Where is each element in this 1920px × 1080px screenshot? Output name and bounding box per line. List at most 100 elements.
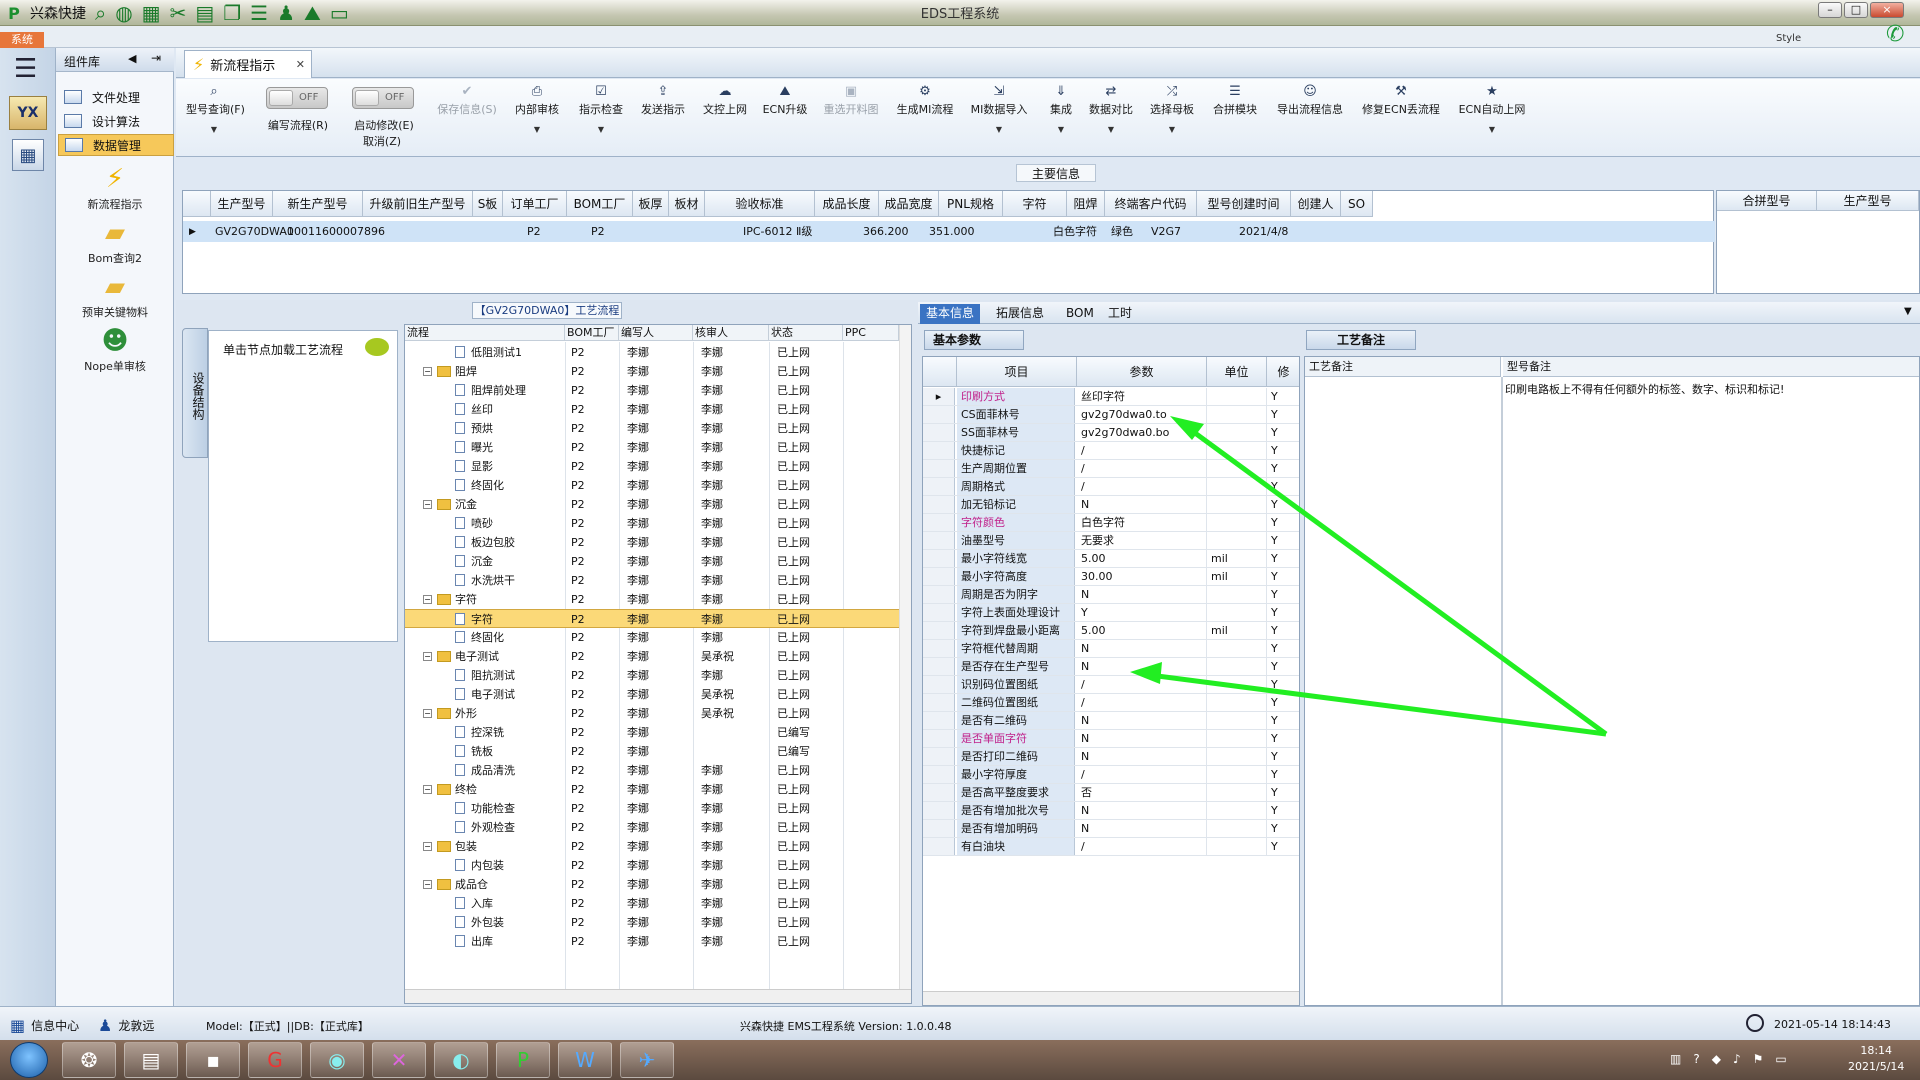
collapse-toggle-icon[interactable]: − — [423, 880, 432, 889]
tab-basic-info[interactable]: 基本信息 — [920, 304, 981, 324]
collapse-toggle-icon[interactable]: − — [423, 842, 432, 851]
row-selector[interactable] — [923, 712, 955, 729]
param-unit[interactable] — [1209, 838, 1267, 855]
dropdown-arrow-icon[interactable]: ▼ — [186, 125, 242, 134]
param-value[interactable]: / — [1079, 478, 1207, 495]
column-header[interactable]: 核审人 — [693, 325, 769, 341]
param-unit[interactable] — [1209, 478, 1267, 495]
param-editable[interactable]: Y — [1269, 406, 1289, 423]
shell-app-icon[interactable]: ❂ — [62, 1042, 116, 1078]
cancel-button[interactable]: 取消(Z) — [352, 133, 412, 149]
row-selector[interactable] — [923, 604, 955, 621]
tree-row[interactable]: 显影 P2 李娜 李娜 已上网 — [405, 457, 905, 476]
param-row[interactable]: 是否存在生产型号 N Y — [923, 658, 1299, 676]
param-value[interactable]: / — [1079, 838, 1207, 855]
param-unit[interactable] — [1209, 712, 1267, 729]
row-selector[interactable] — [923, 838, 955, 855]
row-selector[interactable] — [923, 730, 955, 747]
cell-order-factory[interactable]: P2 — [527, 222, 541, 242]
tree-row[interactable]: 入库 P2 李娜 李娜 已上网 — [405, 894, 905, 913]
tree-row[interactable]: − 沉金 P2 李娜 李娜 已上网 — [405, 495, 905, 514]
row-selector[interactable] — [923, 676, 955, 693]
tree-row[interactable]: 预烘 P2 李娜 李娜 已上网 — [405, 419, 905, 438]
param-editable[interactable]: Y — [1269, 388, 1289, 405]
cell-solder-mask[interactable]: 绿色 — [1111, 222, 1133, 242]
param-unit[interactable] — [1209, 784, 1267, 801]
column-header[interactable]: 型号创建时间 — [1197, 191, 1291, 217]
column-header[interactable]: PPC — [843, 325, 899, 341]
param-row[interactable]: 周期格式 / Y — [923, 478, 1299, 496]
eye-app-icon[interactable]: ◉ — [310, 1042, 364, 1078]
row-selector[interactable] — [923, 550, 955, 567]
cell-acceptance-standard[interactable]: IPC-6012 Ⅱ级 — [743, 222, 812, 242]
eds-app-icon[interactable]: P — [496, 1042, 550, 1078]
cell-create-time[interactable]: 2021/4/8 — [1239, 222, 1288, 242]
param-editable[interactable]: Y — [1269, 658, 1289, 675]
volume-icon[interactable]: ♪ — [1733, 1052, 1741, 1066]
dropdown-arrow-icon[interactable]: ▼ — [1146, 125, 1198, 134]
param-unit[interactable]: mil — [1209, 622, 1267, 639]
param-editable[interactable]: Y — [1269, 820, 1289, 837]
close-button[interactable]: × — [1870, 2, 1904, 18]
param-value[interactable]: 否 — [1079, 784, 1207, 801]
param-row[interactable]: 周期是否为阴字 N Y — [923, 586, 1299, 604]
cell-bom-factory[interactable]: P2 — [591, 222, 605, 242]
row-selector[interactable] — [923, 424, 955, 441]
param-row[interactable]: 生产周期位置 / Y — [923, 460, 1299, 478]
param-editable[interactable]: Y — [1269, 478, 1289, 495]
tree-row[interactable]: 成品清洗 P2 李娜 李娜 已上网 — [405, 761, 905, 780]
param-row[interactable]: 是否打印二维码 N Y — [923, 748, 1299, 766]
column-header[interactable]: 生产型号 — [1817, 191, 1919, 211]
tree-row[interactable]: 喷砂 P2 李娜 李娜 已上网 — [405, 514, 905, 533]
param-row[interactable]: 加无铅标记 N Y — [923, 496, 1299, 514]
param-value[interactable]: N — [1079, 820, 1207, 837]
param-value[interactable]: N — [1079, 586, 1207, 603]
tree-row[interactable]: 水洗烘干 P2 李娜 李娜 已上网 — [405, 571, 905, 590]
param-row[interactable]: 最小字符高度 30.00 mil Y — [923, 568, 1299, 586]
column-header[interactable]: 合拼型号 — [1717, 191, 1817, 211]
param-value[interactable]: 5.00 — [1079, 550, 1207, 567]
monitor-icon[interactable]: ▭ — [1775, 1052, 1786, 1066]
tray-clock[interactable]: 18:14 2021/5/14 — [1848, 1043, 1904, 1075]
tab-work-hours[interactable]: 工时 — [1102, 304, 1138, 324]
param-editable[interactable]: Y — [1269, 712, 1289, 729]
tree-row[interactable]: 字符 P2 李娜 李娜 已上网 — [405, 609, 905, 628]
param-editable[interactable]: Y — [1269, 604, 1289, 621]
column-header[interactable]: 参数 — [1077, 357, 1207, 387]
param-value[interactable]: 白色字符 — [1079, 514, 1207, 531]
param-value[interactable]: 5.00 — [1079, 622, 1207, 639]
collapse-toggle-icon[interactable]: − — [423, 652, 432, 661]
row-selector[interactable] — [923, 694, 955, 711]
pin-icon[interactable]: ⇥ — [151, 51, 161, 65]
system-tab[interactable]: 系统 — [0, 32, 44, 48]
mi-data-import-button[interactable]: ⇲ MI数据导入 ▼ — [968, 83, 1030, 134]
cell-model[interactable]: GV2G70DWA0 — [215, 222, 294, 242]
column-header[interactable]: 升级前旧生产型号 — [363, 191, 473, 217]
param-editable[interactable]: Y — [1269, 748, 1289, 765]
tree-row[interactable]: 沉金 P2 李娜 李娜 已上网 — [405, 552, 905, 571]
tree-row[interactable]: 低阻测试1 P2 李娜 李娜 已上网 — [405, 343, 905, 362]
tab-bom[interactable]: BOM — [1060, 304, 1100, 324]
write-process-toggle[interactable]: OFF — [266, 87, 328, 109]
tree-row[interactable]: 控深铣 P2 李娜 已编写 — [405, 723, 905, 742]
column-header[interactable]: SO — [1341, 191, 1373, 217]
row-selector[interactable] — [923, 514, 955, 531]
tree-row[interactable]: 内包装 P2 李娜 李娜 已上网 — [405, 856, 905, 875]
row-selector[interactable] — [923, 622, 955, 639]
row-selector[interactable] — [923, 406, 955, 423]
info-center[interactable]: ▦ 信息中心 — [10, 1016, 79, 1035]
horizontal-scrollbar[interactable] — [405, 989, 911, 1003]
column-header[interactable]: BOM工厂 — [567, 191, 633, 217]
param-editable[interactable]: Y — [1269, 532, 1289, 549]
dropdown-arrow-icon[interactable]: ▼ — [1454, 125, 1530, 134]
yx-logo-icon[interactable]: YX — [9, 96, 47, 130]
collapse-toggle-icon[interactable]: − — [423, 367, 432, 376]
column-header[interactable]: 成品长度 — [815, 191, 879, 217]
param-editable[interactable]: Y — [1269, 496, 1289, 513]
param-unit[interactable] — [1209, 424, 1267, 441]
param-row[interactable]: 字符上表面处理设计 Y Y — [923, 604, 1299, 622]
row-selector[interactable] — [923, 658, 955, 675]
param-editable[interactable]: Y — [1269, 568, 1289, 585]
param-row[interactable]: 油墨型号 无要求 Y — [923, 532, 1299, 550]
send-indication-button[interactable]: ⇪ 发送指示 — [638, 83, 688, 117]
